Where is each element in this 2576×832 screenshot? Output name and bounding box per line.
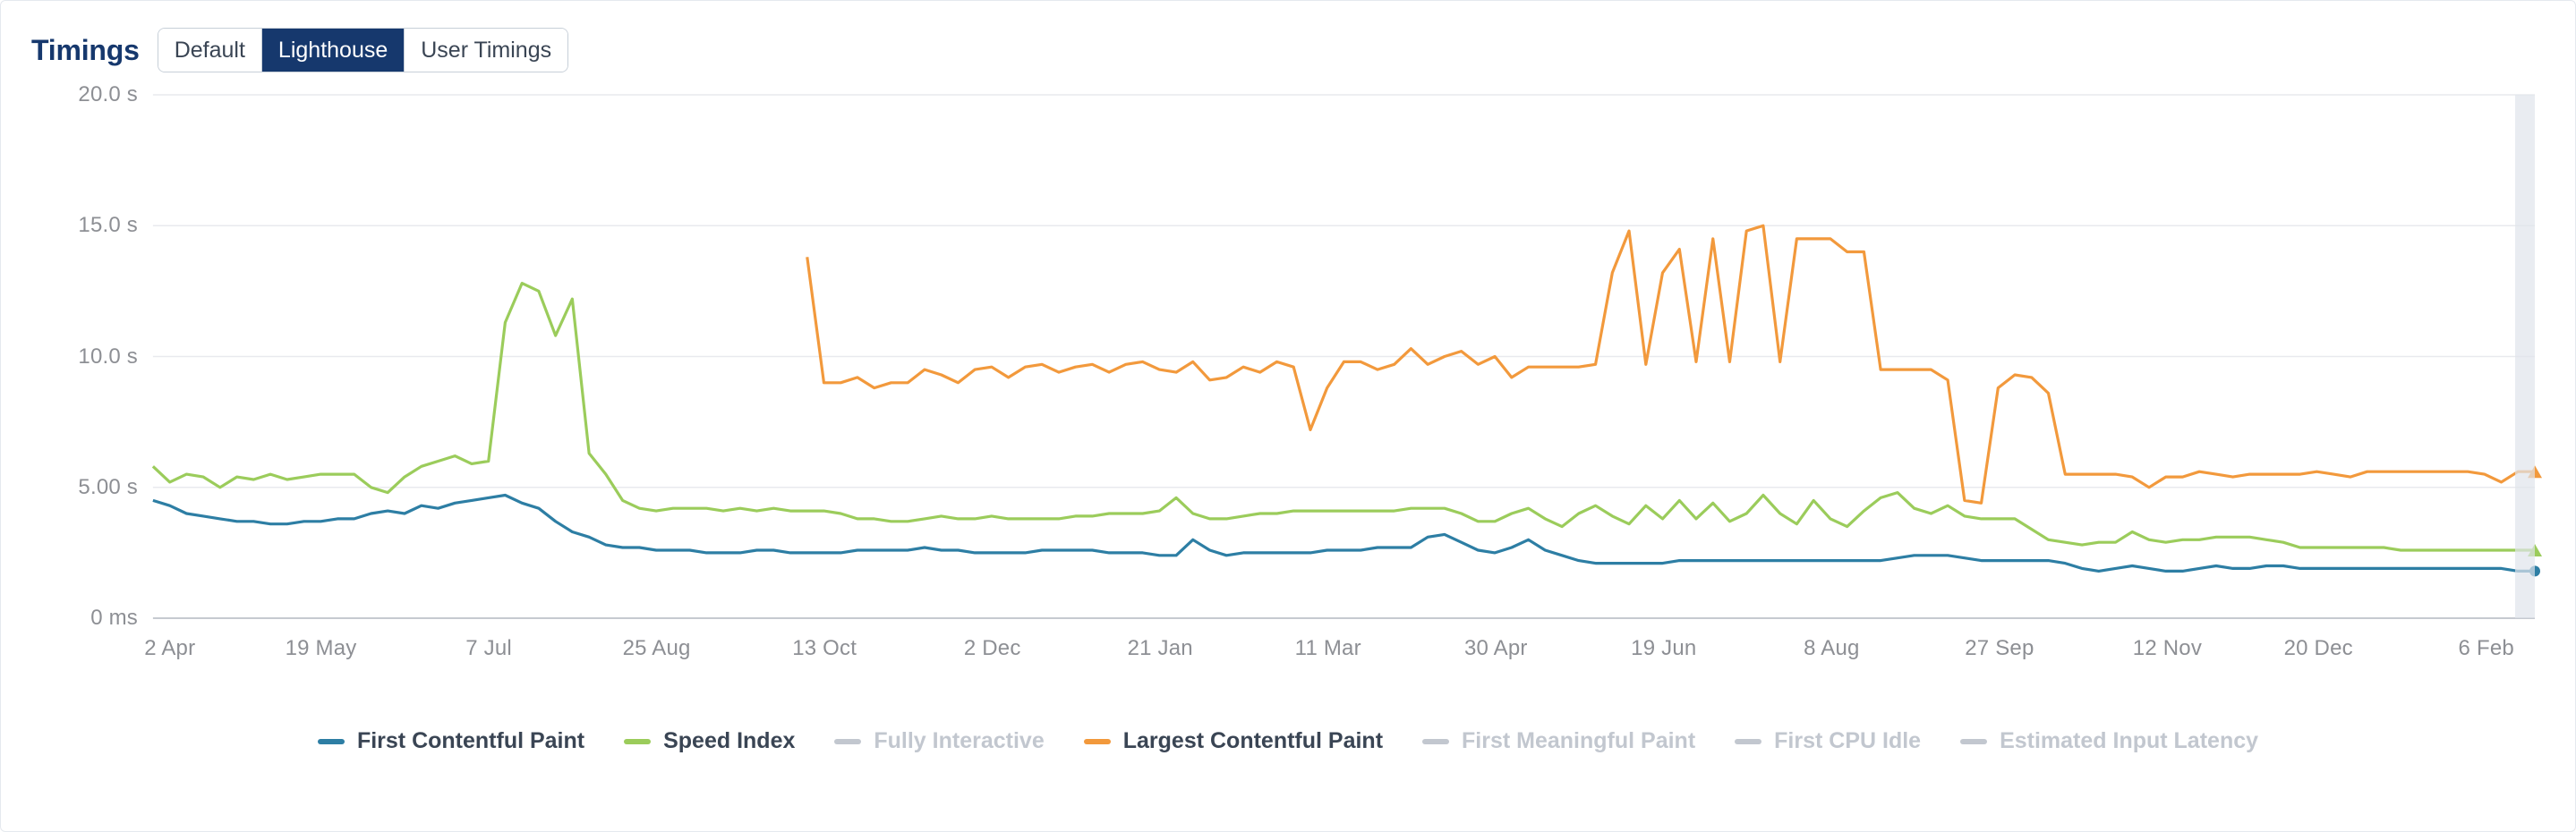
x-tick-label: 2 Dec <box>964 636 1021 661</box>
legend-item-first-contentful-paint[interactable]: First Contentful Paint <box>318 728 584 754</box>
legend-item-speed-index[interactable]: Speed Index <box>624 728 795 754</box>
y-tick-label: 0 ms <box>90 606 149 631</box>
x-tick-label: 25 Aug <box>623 636 691 661</box>
legend-label: First Contentful Paint <box>357 728 584 754</box>
timings-panel: Timings DefaultLighthouseUser Timings 0 … <box>0 0 2576 832</box>
legend-label: Largest Contentful Paint <box>1123 728 1383 754</box>
y-tick-label: 20.0 s <box>78 82 149 107</box>
legend-item-first-cpu-idle[interactable]: First CPU Idle <box>1735 728 1921 754</box>
x-tick-label: 8 Aug <box>1804 636 1859 661</box>
legend-label: Speed Index <box>663 728 795 754</box>
y-tick-label: 5.00 s <box>78 475 149 500</box>
legend-swatch <box>1084 739 1111 744</box>
tab-lighthouse[interactable]: Lighthouse <box>262 29 405 72</box>
hover-indicator <box>2515 95 2535 618</box>
x-tick-label: 19 Jun <box>1631 636 1696 661</box>
x-tick-label: 30 Apr <box>1464 636 1528 661</box>
legend-label: First CPU Idle <box>1774 728 1921 754</box>
chart-area[interactable]: 0 ms 5.00 s 10.0 s 15.0 s 20.0 s 2 Apr 19 May 7… <box>19 81 2557 712</box>
legend-item-fully-interactive[interactable]: Fully Interactive <box>834 728 1044 754</box>
series-first-contentful-paint[interactable] <box>153 496 2535 572</box>
chart-legend: First Contentful Paint Speed Index Fully I… <box>19 728 2557 754</box>
y-tick-label: 15.0 s <box>78 213 149 238</box>
timings-chart-svg <box>19 81 2557 712</box>
legend-swatch <box>624 739 651 744</box>
x-tick-label: 2 Apr <box>144 636 195 661</box>
tab-user-timings[interactable]: User Timings <box>405 29 567 72</box>
legend-swatch <box>1422 739 1449 744</box>
x-tick-label: 12 Nov <box>2133 636 2202 661</box>
legend-swatch <box>318 739 345 744</box>
x-tick-label: 27 Sep <box>1965 636 2034 661</box>
x-tick-label: 19 May <box>286 636 357 661</box>
legend-swatch <box>1735 739 1761 744</box>
tab-default[interactable]: Default <box>158 29 262 72</box>
x-tick-label: 11 Mar <box>1295 636 1361 661</box>
legend-item-largest-contentful-paint[interactable]: Largest Contentful Paint <box>1084 728 1383 754</box>
legend-item-estimated-input-latency[interactable]: Estimated Input Latency <box>1960 728 2258 754</box>
series-speed-index[interactable] <box>153 284 2535 550</box>
x-tick-label: 20 Dec <box>2284 636 2353 661</box>
panel-header: Timings DefaultLighthouseUser Timings <box>19 28 2557 72</box>
legend-item-first-meaningful-paint[interactable]: First Meaningful Paint <box>1422 728 1695 754</box>
legend-label: Fully Interactive <box>874 728 1044 754</box>
panel-title: Timings <box>31 34 140 67</box>
x-tick-label: 13 Oct <box>792 636 857 661</box>
view-tabs: DefaultLighthouseUser Timings <box>158 28 568 72</box>
legend-swatch <box>1960 739 1987 744</box>
legend-swatch <box>834 739 861 744</box>
legend-label: First Meaningful Paint <box>1462 728 1695 754</box>
x-tick-label: 7 Jul <box>465 636 512 661</box>
legend-label: Estimated Input Latency <box>2000 728 2258 754</box>
x-tick-label: 21 Jan <box>1128 636 1193 661</box>
y-tick-label: 10.0 s <box>78 344 149 369</box>
x-tick-label: 6 Feb <box>2459 636 2514 661</box>
series-largest-contentful-paint[interactable] <box>807 225 2535 503</box>
